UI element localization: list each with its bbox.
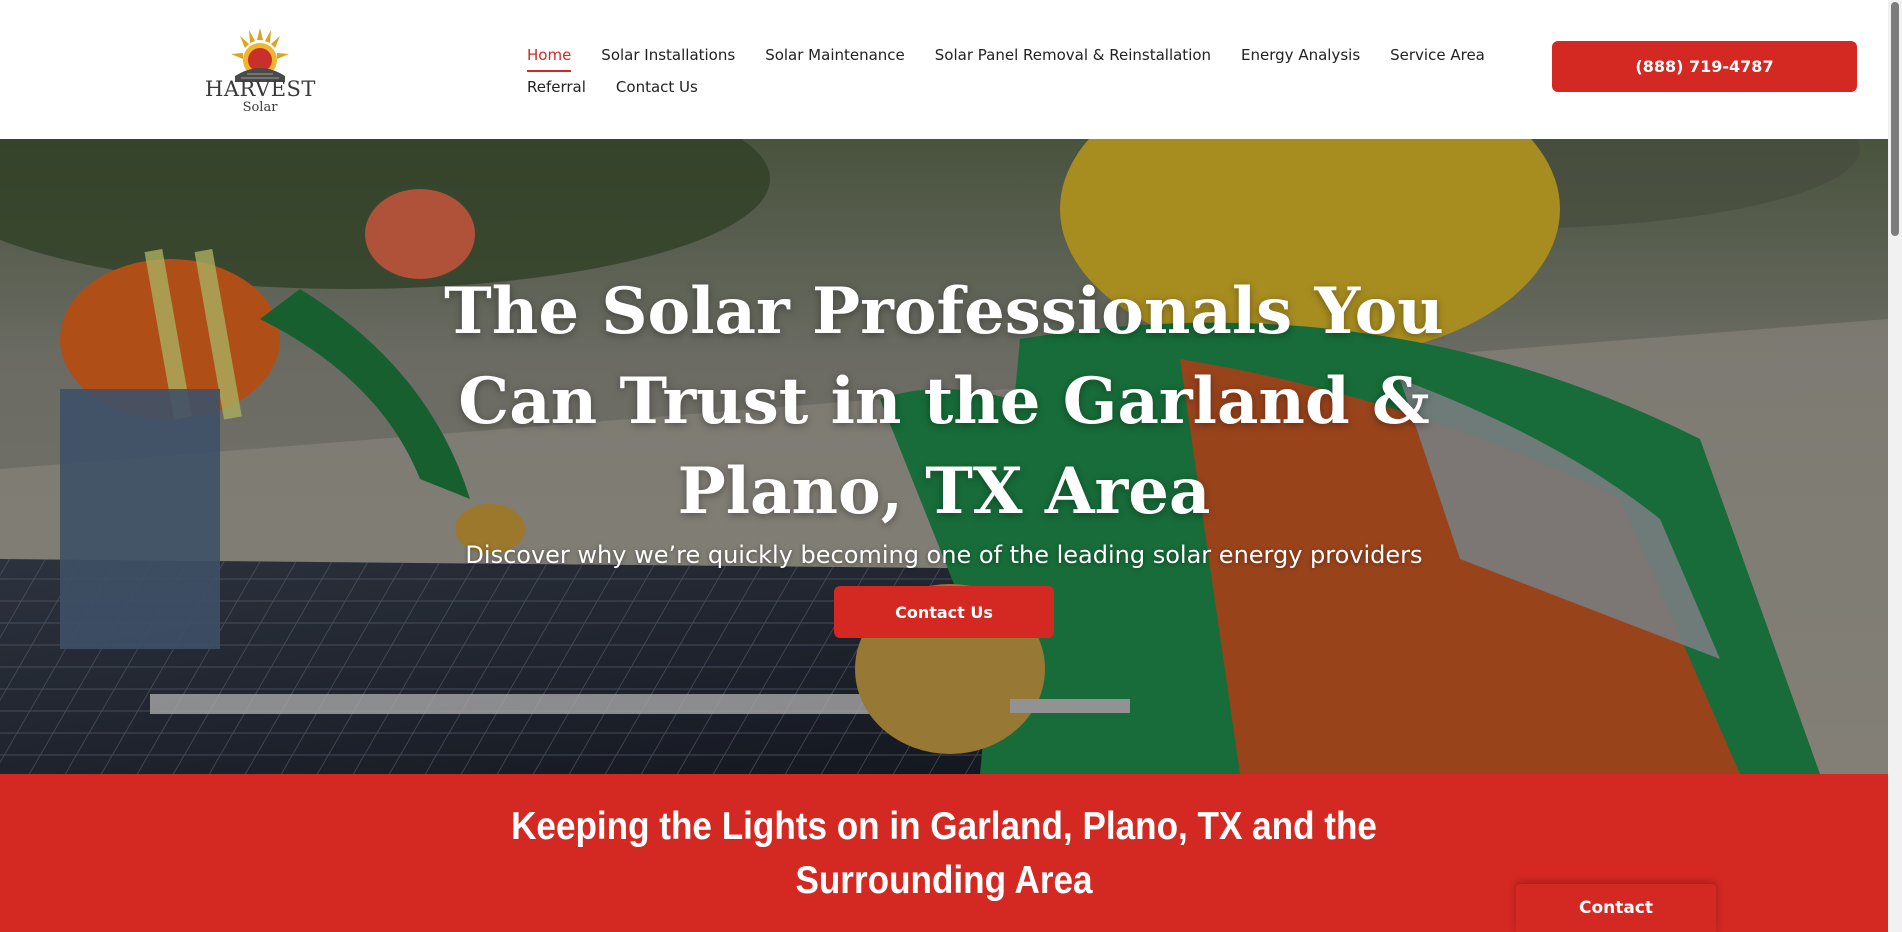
nav-item-service-area[interactable]: Service Area	[1390, 44, 1485, 72]
logo-subtitle: Solar	[242, 100, 278, 115]
harvest-solar-logo[interactable]: HARVEST Solar	[205, 26, 315, 120]
nav-item-solar-maintenance[interactable]: Solar Maintenance	[765, 44, 905, 72]
nav-item-contact-us[interactable]: Contact Us	[616, 76, 698, 102]
sun-logo-icon	[231, 28, 289, 82]
hero-subheading: Discover why we’re quickly becoming one …	[465, 541, 1423, 569]
nav-item-panel-removal-reinstallation[interactable]: Solar Panel Removal & Reinstallation	[935, 44, 1211, 72]
scrollbar-thumb[interactable]	[1891, 2, 1899, 236]
page-scrollbar[interactable]	[1888, 0, 1902, 932]
hero-section: The Solar Professionals You Can Trust in…	[0, 139, 1888, 774]
nav-item-solar-installations[interactable]: Solar Installations	[601, 44, 735, 72]
floating-contact-button[interactable]: Contact	[1516, 884, 1716, 932]
nav-item-referral[interactable]: Referral	[527, 76, 586, 102]
phone-call-button[interactable]: (888) 719-4787	[1552, 41, 1857, 92]
nav-item-home[interactable]: Home	[527, 44, 572, 72]
main-navigation: Home Solar Installations Solar Maintenan…	[527, 44, 1487, 102]
site-header: HARVEST Solar Home Solar Installations S…	[0, 0, 1888, 139]
nav-item-energy-analysis[interactable]: Energy Analysis	[1241, 44, 1360, 72]
intro-heading: Keeping the Lights on in Garland, Plano,…	[511, 805, 1377, 902]
hero-heading: The Solar Professionals You Can Trust in…	[444, 274, 1444, 529]
hero-contact-button[interactable]: Contact Us	[834, 586, 1054, 638]
logo-wordmark: HARVEST	[205, 77, 316, 101]
